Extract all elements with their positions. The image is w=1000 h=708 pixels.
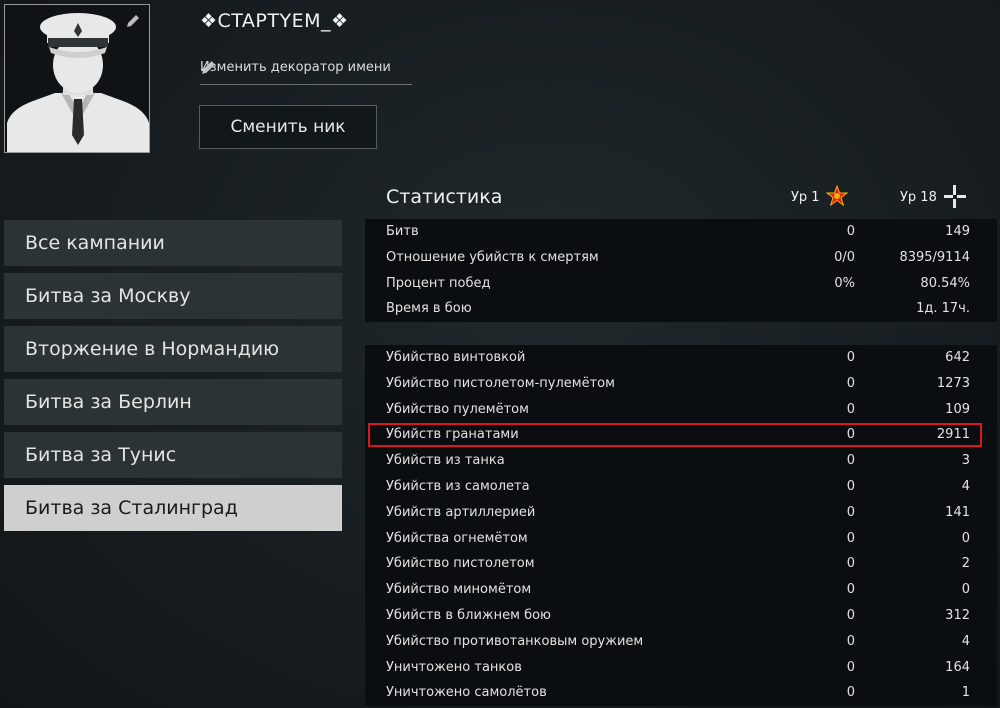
detail-stats-table: Убийство винтовкой 0 642 Убийство пистолето…: [365, 345, 997, 706]
stat-label: Уничтожено танков: [386, 659, 522, 675]
campaign-item[interactable]: Все кампании: [4, 220, 342, 266]
stat-label: Убийство противотанковым оружием: [386, 633, 644, 649]
stat-row: Убийства огнемётом 0 0: [365, 526, 997, 552]
stat-value-level2: 1: [961, 685, 970, 701]
level1-label: Ур 1: [791, 190, 820, 205]
stat-row: Убийство пистолетом 0 2: [365, 551, 997, 577]
stat-label: Битв: [386, 224, 419, 239]
stat-value-level1: 0: [846, 582, 855, 598]
stat-value-level2: 109: [945, 401, 970, 417]
stat-label: Убийств в ближнем бою: [386, 607, 551, 623]
stat-value-level2: 80.54%: [920, 275, 970, 291]
stat-value-level2: 0: [961, 582, 970, 598]
stat-label: Отношение убийств к смертям: [386, 249, 599, 265]
stat-row: Процент побед 0% 80.54%: [365, 271, 997, 297]
stat-label: Время в бою: [386, 301, 472, 317]
stat-value-level2: 1273: [936, 375, 970, 391]
stat-value-level1: 0: [846, 659, 855, 675]
stat-row: Убийство пулемётом 0 109: [365, 397, 997, 423]
edit-avatar-pencil-icon[interactable]: [125, 13, 141, 33]
stat-label: Убийств из танка: [386, 453, 505, 469]
stat-label: Уничтожено самолётов: [386, 685, 547, 701]
stat-value-level1: 0: [846, 556, 855, 572]
stat-label: Убийств из самолета: [386, 478, 530, 494]
stat-value-level1: 0: [846, 224, 855, 239]
stat-row: Убийств артиллерией 0 141: [365, 500, 997, 526]
stat-row: Убийств в ближнем бою 0 312: [365, 603, 997, 629]
change-nickname-button[interactable]: Сменить ник: [199, 105, 377, 149]
campaign-item[interactable]: Битва за Тунис: [4, 432, 342, 478]
stat-value-level1: 0%: [834, 275, 855, 291]
stat-label: Убийств артиллерией: [386, 504, 536, 520]
stat-row: Уничтожено самолётов 0 1: [365, 680, 997, 706]
stat-value-level2: 642: [945, 350, 970, 365]
campaign-item[interactable]: Вторжение в Нормандию: [4, 326, 342, 372]
stat-value-level1: 0: [846, 350, 855, 365]
stat-value-level2: 141: [945, 504, 970, 520]
campaign-list: Все кампании Битва за Москву Вторжение в Н…: [4, 220, 342, 538]
red-star-icon: [825, 184, 849, 211]
stats-title: Статистика: [386, 186, 503, 208]
stat-value-level2: 0: [961, 530, 970, 546]
stat-value-level1: 0: [846, 453, 855, 469]
level2-label: Ур 18: [900, 190, 937, 205]
stat-value-level1: 0: [846, 633, 855, 649]
campaign-item[interactable]: Битва за Берлин: [4, 379, 342, 425]
stat-value-level2: 1д. 17ч.: [916, 301, 970, 317]
campaign-item[interactable]: Битва за Москву: [4, 273, 342, 319]
stat-label: Убийство миномётом: [386, 582, 532, 598]
stat-value-level2: 3: [961, 453, 970, 469]
stat-label: Убийство пистолетом-пулемётом: [386, 375, 615, 391]
pencil-icon[interactable]: [200, 59, 410, 80]
stat-value-level1: 0: [846, 530, 855, 546]
stat-value-level1: 0: [846, 427, 855, 443]
summary-stats-table: Битв 0 149 Отношение убийств к смертям 0/0 83…: [365, 219, 997, 322]
stat-row: Убийство миномётом 0 0: [365, 577, 997, 603]
stat-row: Убийство пистолетом-пулемётом 0 1273: [365, 371, 997, 397]
campaign-item[interactable]: Битва за Сталинград: [4, 485, 342, 531]
stat-value-level1: 0: [846, 401, 855, 417]
stat-row: Убийство противотанковым оружием 0 4: [365, 629, 997, 655]
stat-value-level2: 2911: [936, 427, 970, 443]
stat-value-level2: 2: [961, 556, 970, 572]
player-avatar[interactable]: [4, 4, 150, 153]
german-cross-icon: [942, 184, 968, 214]
stat-row: Уничтожено танков 0 164: [365, 655, 997, 681]
stat-row: Убийств из танка 0 3: [365, 448, 997, 474]
stat-value-level2: 149: [945, 224, 970, 239]
stat-value-level1: 0: [846, 504, 855, 520]
stat-label: Убийств гранатами: [386, 427, 519, 443]
stat-value-level1: 0: [846, 375, 855, 391]
stat-value-level2: 8395/9114: [899, 249, 970, 265]
player-name: ❖CTAPTYEM_❖: [200, 10, 349, 32]
stat-value-level1: 0: [846, 607, 855, 623]
name-decorator-field[interactable]: Изменить декоратор имени: [200, 60, 412, 85]
stat-label: Убийство пистолетом: [386, 556, 535, 572]
stat-label: Убийства огнемётом: [386, 530, 528, 546]
stat-value-level2: 4: [961, 633, 970, 649]
stat-value-level1: 0: [846, 685, 855, 701]
stat-label: Убийство винтовкой: [386, 350, 526, 365]
stat-value-level2: 4: [961, 478, 970, 494]
stat-value-level1: 0: [846, 478, 855, 494]
stat-row: Убийств из самолета 0 4: [365, 474, 997, 500]
stat-label: Процент побед: [386, 275, 491, 291]
stat-row: Отношение убийств к смертям 0/0 8395/9114: [365, 245, 997, 271]
stats-header: Статистика Ур 1 Ур 18: [386, 184, 986, 211]
stat-row: Убийство винтовкой 0 642: [365, 345, 997, 371]
stat-value-level2: 312: [945, 607, 970, 623]
stat-value-level1: 0/0: [834, 249, 855, 265]
stat-row: Битв 0 149: [365, 219, 997, 245]
stat-label: Убийство пулемётом: [386, 401, 529, 417]
stat-row: Убийств гранатами 0 2911: [365, 422, 997, 448]
stat-row: Время в бою 1д. 17ч.: [365, 296, 997, 322]
stat-value-level2: 164: [945, 659, 970, 675]
